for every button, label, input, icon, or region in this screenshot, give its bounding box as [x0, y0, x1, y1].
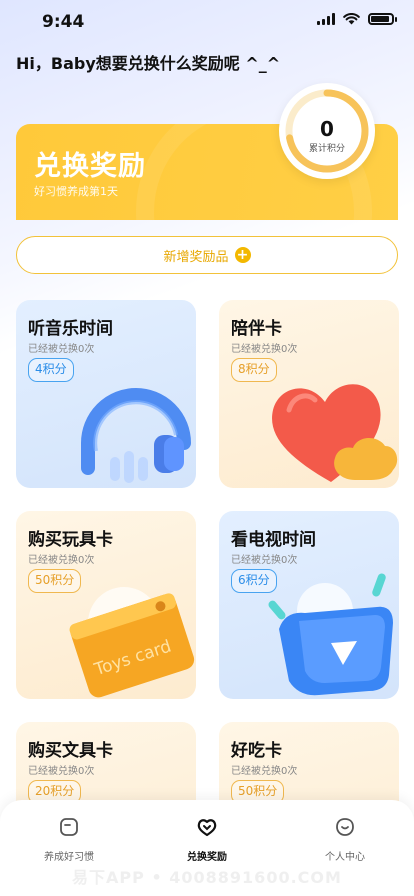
reward-redeem-count: 已经被兑换0次: [28, 766, 95, 777]
tab-habits[interactable]: 养成好习惯: [14, 816, 124, 863]
reward-card-tv[interactable]: 看电视时间 已经被兑换0次 6积分: [219, 511, 399, 699]
reward-title: 购买玩具卡: [28, 530, 113, 550]
banner-subtitle: 好习惯养成第1天: [34, 185, 118, 198]
banner-title: 兑换奖励: [34, 151, 146, 182]
reward-redeem-count: 已经被兑换0次: [28, 344, 95, 355]
plus-icon: +: [234, 247, 251, 263]
reward-redeem-count: 已经被兑换0次: [231, 555, 298, 566]
reward-title: 陪伴卡: [231, 319, 282, 339]
tab-label: 个人中心: [325, 852, 365, 863]
reward-icon: [197, 819, 217, 837]
tab-rewards[interactable]: 兑换奖励: [152, 816, 262, 863]
add-reward-label: 新增奖励品: [163, 249, 229, 265]
add-reward-button[interactable]: 新增奖励品 +: [16, 236, 398, 274]
tab-profile[interactable]: 个人中心: [290, 816, 400, 863]
toys-card-icon: Toys card: [69, 587, 195, 698]
total-points-badge[interactable]: 0 累计积分: [279, 83, 375, 179]
reward-redeem-count: 已经被兑换0次: [231, 766, 298, 777]
headphones-icon: [81, 388, 191, 483]
habit-icon: [60, 818, 78, 836]
reward-redeem-count: 已经被兑换0次: [28, 555, 95, 566]
greeting-text: Hi，Baby想要兑换什么奖励呢 ^_^: [16, 54, 281, 73]
battery-icon: [368, 13, 397, 25]
status-bar: 9:44: [0, 0, 414, 44]
reward-redeem-count: 已经被兑换0次: [231, 344, 298, 355]
wifi-icon: [343, 13, 360, 25]
status-time: 9:44: [42, 12, 85, 32]
reward-title: 好吃卡: [231, 741, 282, 761]
status-icons: [317, 13, 397, 25]
tv-icon: [268, 573, 393, 696]
points-value: 0: [320, 117, 334, 141]
reward-card-toys[interactable]: 购买玩具卡 已经被兑换0次 50积分 Toys card: [16, 511, 196, 699]
reward-title: 看电视时间: [231, 530, 316, 550]
reward-title: 购买文具卡: [28, 741, 113, 761]
points-label: 累计积分: [308, 144, 345, 154]
cellular-signal-icon: [317, 13, 335, 25]
tab-label: 兑换奖励: [187, 852, 227, 863]
reward-card-music[interactable]: 听音乐时间 已经被兑换0次 4积分: [16, 300, 196, 488]
reward-title: 听音乐时间: [28, 319, 113, 339]
profile-icon: [336, 818, 354, 836]
reward-card-companion[interactable]: 陪伴卡 已经被兑换0次 8积分: [219, 300, 399, 488]
tab-label: 养成好习惯: [44, 852, 94, 863]
watermark-text: 易下APP • 4008891600.COM: [72, 868, 342, 887]
heart-icon: [272, 384, 398, 482]
